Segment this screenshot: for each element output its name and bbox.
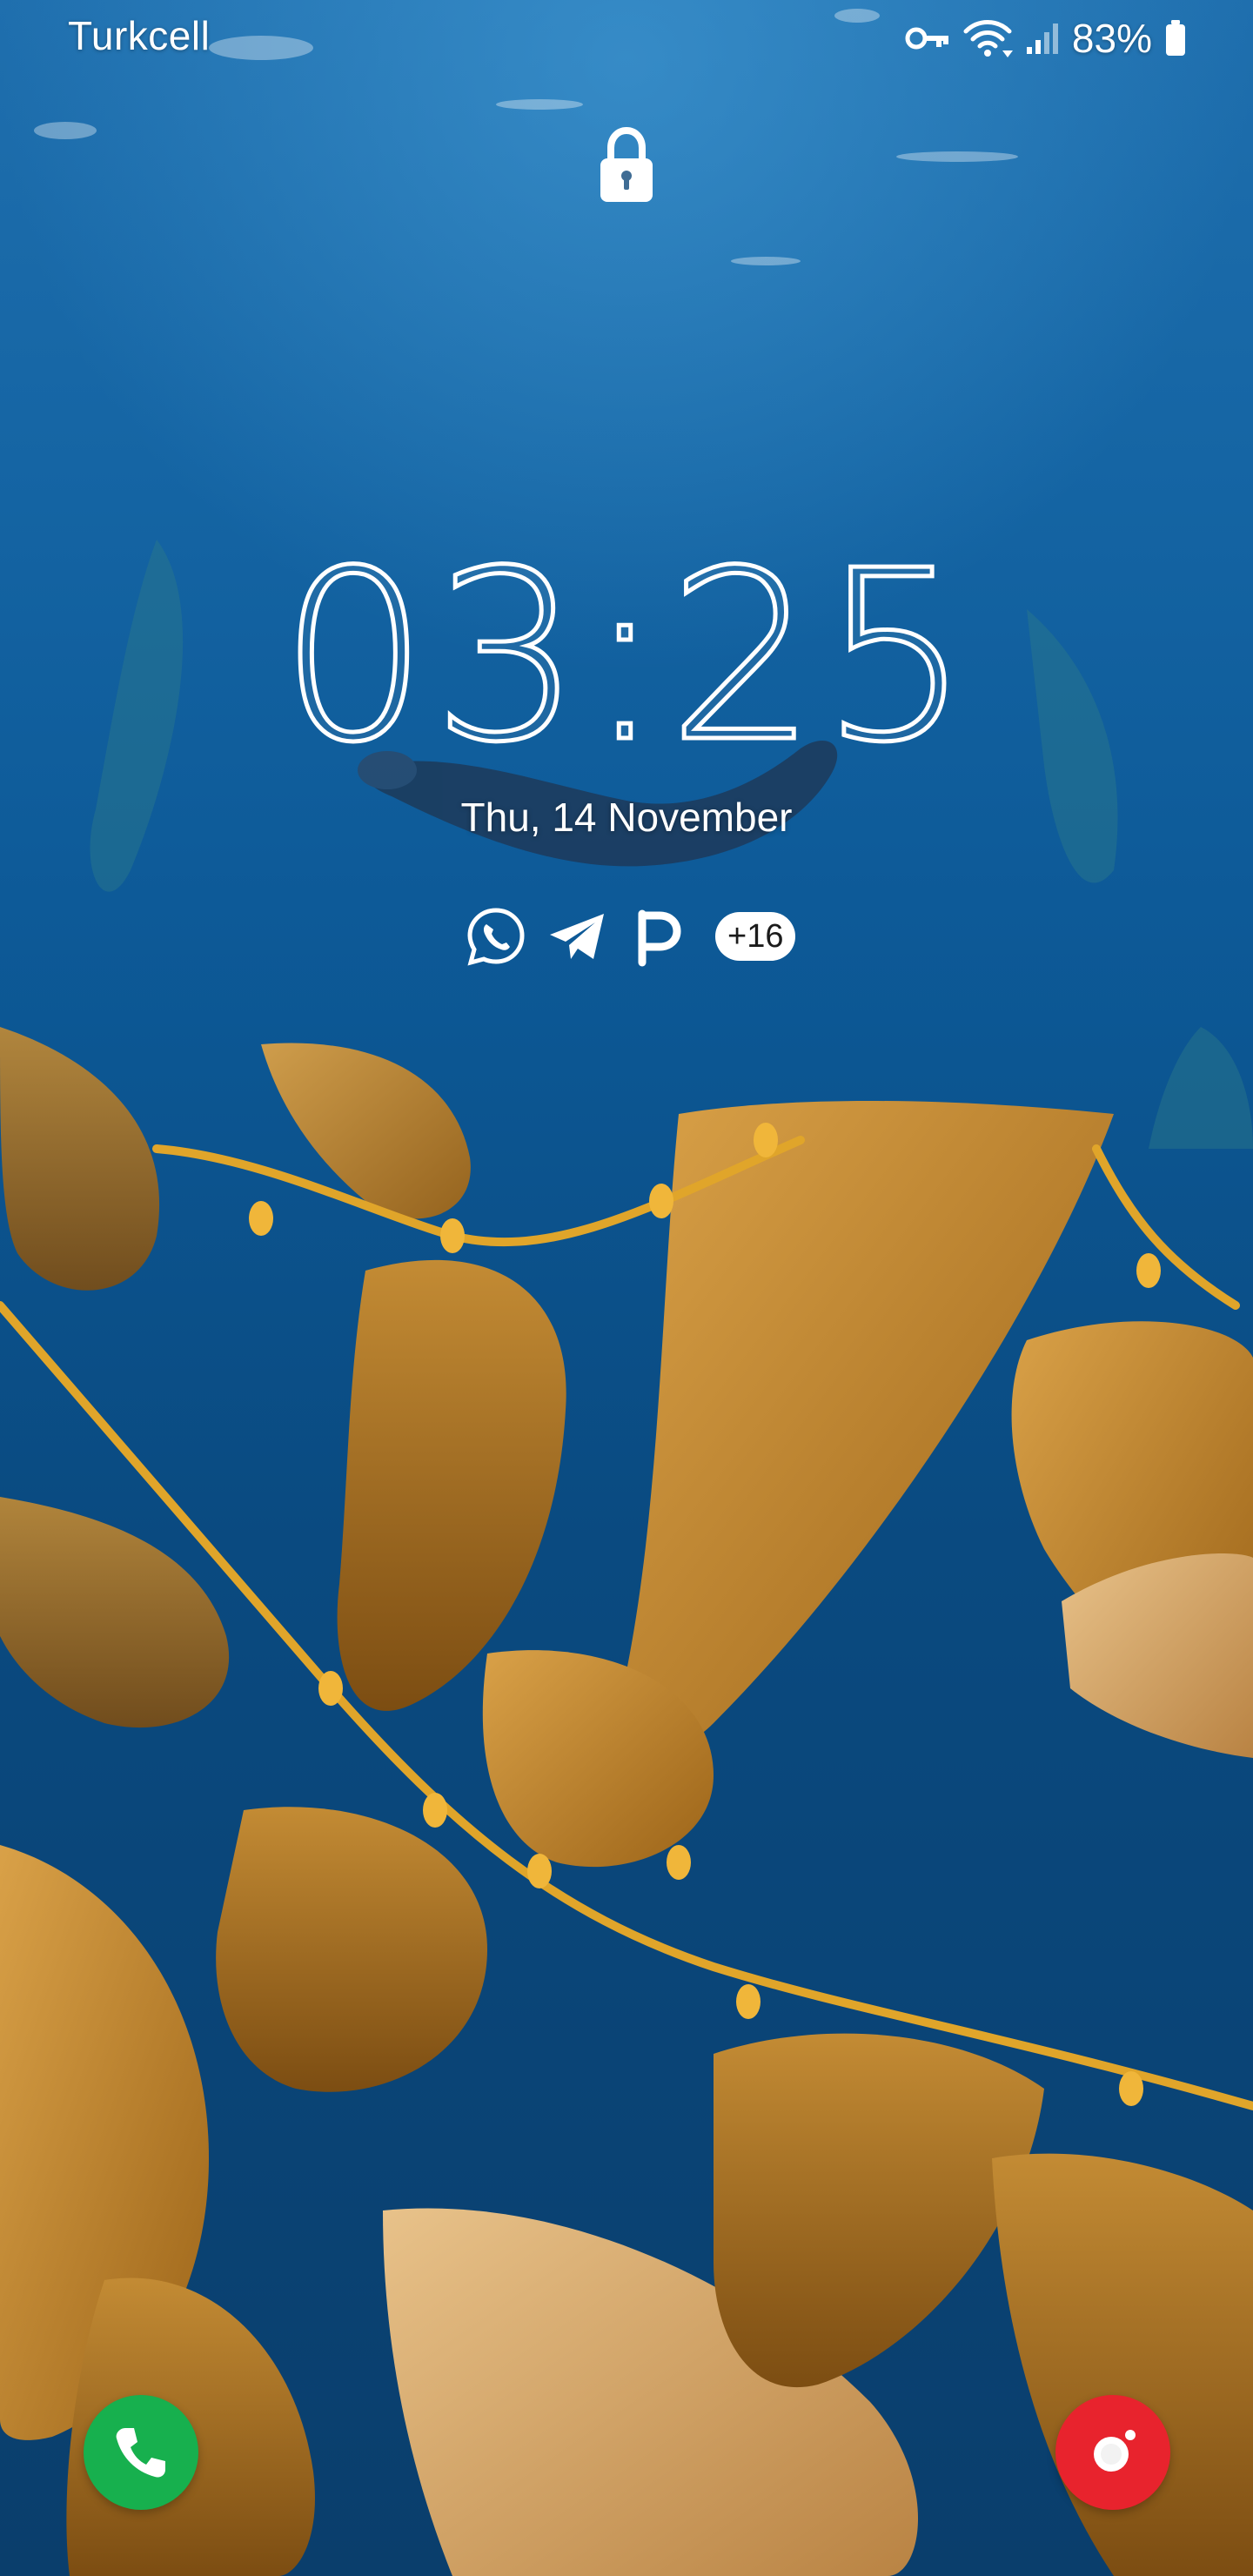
battery-percent: 83% <box>1071 16 1152 61</box>
carrier-name: Turkcell <box>68 13 211 58</box>
status-icons: 83% <box>905 12 1187 64</box>
whatsapp-icon[interactable] <box>465 905 527 968</box>
vpn-key-icon <box>905 27 948 50</box>
camera-icon <box>1094 2430 1136 2472</box>
phone-icon <box>116 2428 165 2478</box>
camera-shortcut-button[interactable] <box>1055 2395 1170 2510</box>
lockscreen-clock: 03:25 <box>277 520 975 794</box>
notification-icons-row[interactable]: +16 <box>465 902 796 971</box>
status-bar: Turkcell 83% <box>0 0 1253 78</box>
padlock-icon[interactable] <box>595 124 658 207</box>
signal-icon <box>1026 23 1058 54</box>
wifi-icon <box>963 20 1013 57</box>
battery-icon <box>1166 20 1185 56</box>
telegram-icon[interactable] <box>546 905 609 968</box>
more-notifications-badge[interactable]: +16 <box>715 912 796 961</box>
lockscreen-date: Thu, 14 November <box>460 795 793 840</box>
phone-shortcut-button[interactable] <box>84 2395 198 2510</box>
lockscreen-wallpaper <box>0 0 1253 2576</box>
p-app-icon[interactable] <box>628 905 691 968</box>
